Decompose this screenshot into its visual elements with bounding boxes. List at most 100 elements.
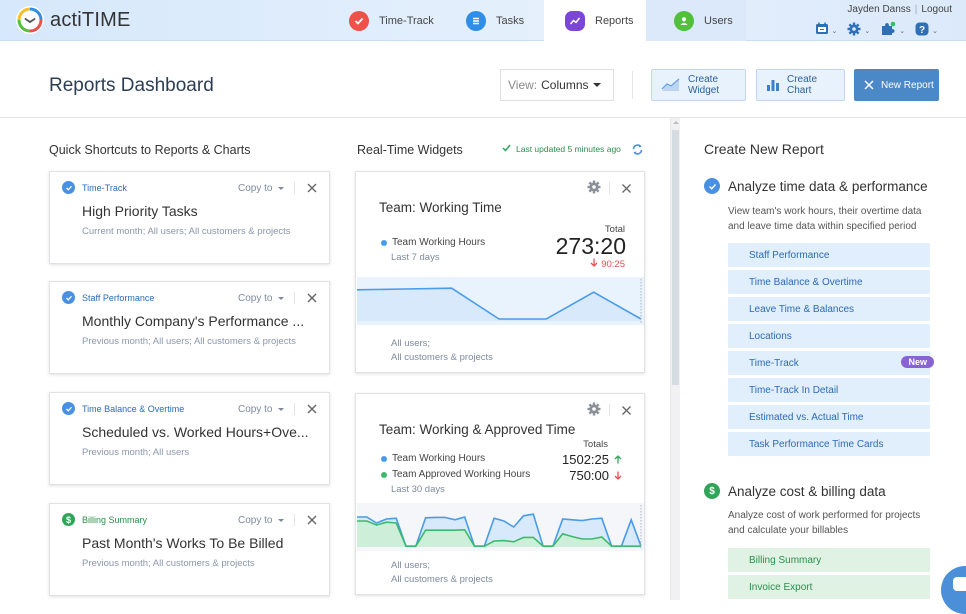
refresh-icon[interactable] xyxy=(631,143,644,161)
widget-card: Team: Working & Approved Time Totals Tea… xyxy=(355,393,645,595)
shortcut-card[interactable]: Time-Track Copy to High Priority Tasks C… xyxy=(49,171,330,264)
report-type-estimated-actual[interactable]: Estimated vs. Actual Time xyxy=(728,405,930,429)
settings-menu[interactable]: ⌄ xyxy=(847,22,876,41)
check-circle-icon xyxy=(62,181,75,194)
widget-footer: All users; All customers & projects xyxy=(391,559,493,587)
nav-tab-time-track[interactable]: Time-Track xyxy=(340,0,440,41)
close-icon[interactable] xyxy=(621,403,632,414)
addons-menu[interactable]: ⌄ xyxy=(880,21,911,41)
section-header: $ Analyze cost & billing data xyxy=(704,483,886,499)
close-icon[interactable] xyxy=(621,181,632,192)
footer-users: All users; xyxy=(391,559,493,573)
shortcut-category[interactable]: Billing Summary xyxy=(82,515,147,525)
divider xyxy=(294,182,295,194)
copy-to-dropdown[interactable]: Copy to xyxy=(238,293,272,304)
widget-footer: All users; All customers & projects xyxy=(391,337,493,365)
report-type-label: Invoice Export xyxy=(749,582,812,593)
shortcut-title[interactable]: Past Month's Works To Be Billed xyxy=(82,535,283,551)
scrollbar-thumb[interactable] xyxy=(672,130,679,385)
logo[interactable]: actiTIME xyxy=(16,6,131,34)
widget-title: Team: Working & Approved Time xyxy=(379,422,575,437)
close-icon[interactable] xyxy=(306,181,318,193)
nav-tab-reports[interactable]: Reports xyxy=(544,0,646,41)
caret-down-icon xyxy=(278,408,284,411)
check-circle-icon xyxy=(62,291,75,304)
legend-label: Team Working Hours xyxy=(392,237,485,248)
shortcut-title[interactable]: High Priority Tasks xyxy=(82,203,198,219)
total-value: 273:20 xyxy=(556,233,626,260)
logout-link[interactable]: Logout xyxy=(921,4,952,15)
nav-tab-tasks[interactable]: Tasks xyxy=(458,0,544,41)
shortcut-title[interactable]: Monthly Company's Performance ... xyxy=(82,313,304,329)
help-menu[interactable]: ? ⌄ xyxy=(915,22,944,41)
copy-to-dropdown[interactable]: Copy to xyxy=(238,183,272,194)
new-report-button[interactable]: New Report xyxy=(854,69,939,101)
description-line: Analyze cost of work performed for proje… xyxy=(728,508,920,523)
chat-bubble-icon xyxy=(953,577,966,591)
scroll-up-arrow-icon[interactable] xyxy=(673,121,679,124)
page-header: Reports Dashboard View: Columns Create W… xyxy=(0,41,966,118)
shortcut-card[interactable]: Staff Performance Copy to Monthly Compan… xyxy=(49,281,330,374)
legend-dot xyxy=(381,456,387,462)
shortcut-category[interactable]: Time Balance & Overtime xyxy=(82,404,184,414)
shortcut-category[interactable]: Time-Track xyxy=(82,183,127,193)
create-chart-button[interactable]: Create Chart xyxy=(756,69,845,101)
create-chart-label: Create Chart xyxy=(787,74,844,96)
last-updated-text: Last updated 5 minutes ago xyxy=(516,144,621,154)
divider xyxy=(294,403,295,415)
shortcut-title[interactable]: Scheduled vs. Worked Hours+Ove... xyxy=(82,424,309,440)
shortcut-category[interactable]: Staff Performance xyxy=(82,293,154,303)
report-type-time-track-detail[interactable]: Time-Track In Detail xyxy=(728,378,930,402)
dollar-circle-icon: $ xyxy=(704,483,720,499)
widgets-scrollbar[interactable] xyxy=(670,118,680,600)
close-icon[interactable] xyxy=(306,513,318,525)
report-type-time-track[interactable]: Time-TrackNew xyxy=(728,351,930,375)
series-total: 750:00 xyxy=(569,468,622,483)
view-select-label: View: xyxy=(508,78,537,92)
report-type-label: Task Performance Time Cards xyxy=(749,439,884,450)
report-type-staff-performance[interactable]: Staff Performance xyxy=(728,243,930,267)
divider xyxy=(609,182,610,194)
app-name: actiTIME xyxy=(50,9,131,32)
report-type-invoice-export[interactable]: Invoice Export xyxy=(728,575,930,599)
report-type-task-performance[interactable]: Task Performance Time Cards xyxy=(728,432,930,456)
divider xyxy=(609,404,610,416)
copy-to-dropdown[interactable]: Copy to xyxy=(238,404,272,415)
copy-to-dropdown[interactable]: Copy to xyxy=(238,515,272,526)
report-type-locations[interactable]: Locations xyxy=(728,324,930,348)
section-description: Analyze cost of work performed for proje… xyxy=(728,508,920,538)
shortcut-card[interactable]: $ Billing Summary Copy to Past Month's W… xyxy=(49,503,330,596)
nav-tab-users[interactable]: Users xyxy=(646,0,746,41)
caret-down-icon xyxy=(278,519,284,522)
widget-title: Team: Working Time xyxy=(379,200,502,215)
report-type-label: Leave Time & Balances xyxy=(749,304,854,315)
report-type-leave-time[interactable]: Leave Time & Balances xyxy=(728,297,930,321)
new-badge: New xyxy=(901,356,934,368)
create-widget-button[interactable]: Create Widget xyxy=(651,69,746,101)
series-total: 1502:25 xyxy=(562,452,622,467)
calendar-menu[interactable]: ⌄ xyxy=(815,22,844,40)
footer-projects: All customers & projects xyxy=(391,351,493,365)
shortcut-card[interactable]: Time Balance & Overtime Copy to Schedule… xyxy=(49,392,330,485)
delta-value: 90:25 xyxy=(601,259,625,270)
report-type-time-balance[interactable]: Time Balance & Overtime xyxy=(728,270,930,294)
chevron-down-icon: ⌄ xyxy=(932,27,938,35)
shortcut-subtitle: Current month; All users; All customers … xyxy=(82,226,291,237)
report-type-label: Billing Summary xyxy=(749,555,821,566)
user-name[interactable]: Jayden Danss xyxy=(847,4,910,15)
gear-icon[interactable] xyxy=(587,180,601,199)
gear-icon[interactable] xyxy=(587,402,601,421)
caret-down-icon xyxy=(593,83,601,87)
close-icon[interactable] xyxy=(306,402,318,414)
legend-label: Team Working Hours xyxy=(392,453,485,464)
toolbar-icons: ⌄ ⌄ ⌄ ? ⌄ xyxy=(815,21,945,41)
arrow-down-icon xyxy=(614,468,622,483)
svg-text:?: ? xyxy=(919,25,925,36)
working-approved-area-chart xyxy=(357,503,644,551)
description-line: View team's work hours, their overtime d… xyxy=(728,204,921,219)
help-icon: ? xyxy=(915,22,929,41)
nav-tab-label: Reports xyxy=(595,15,634,27)
view-select[interactable]: View: Columns xyxy=(500,69,614,101)
close-icon[interactable] xyxy=(306,291,318,303)
report-type-billing-summary[interactable]: Billing Summary xyxy=(728,548,930,572)
